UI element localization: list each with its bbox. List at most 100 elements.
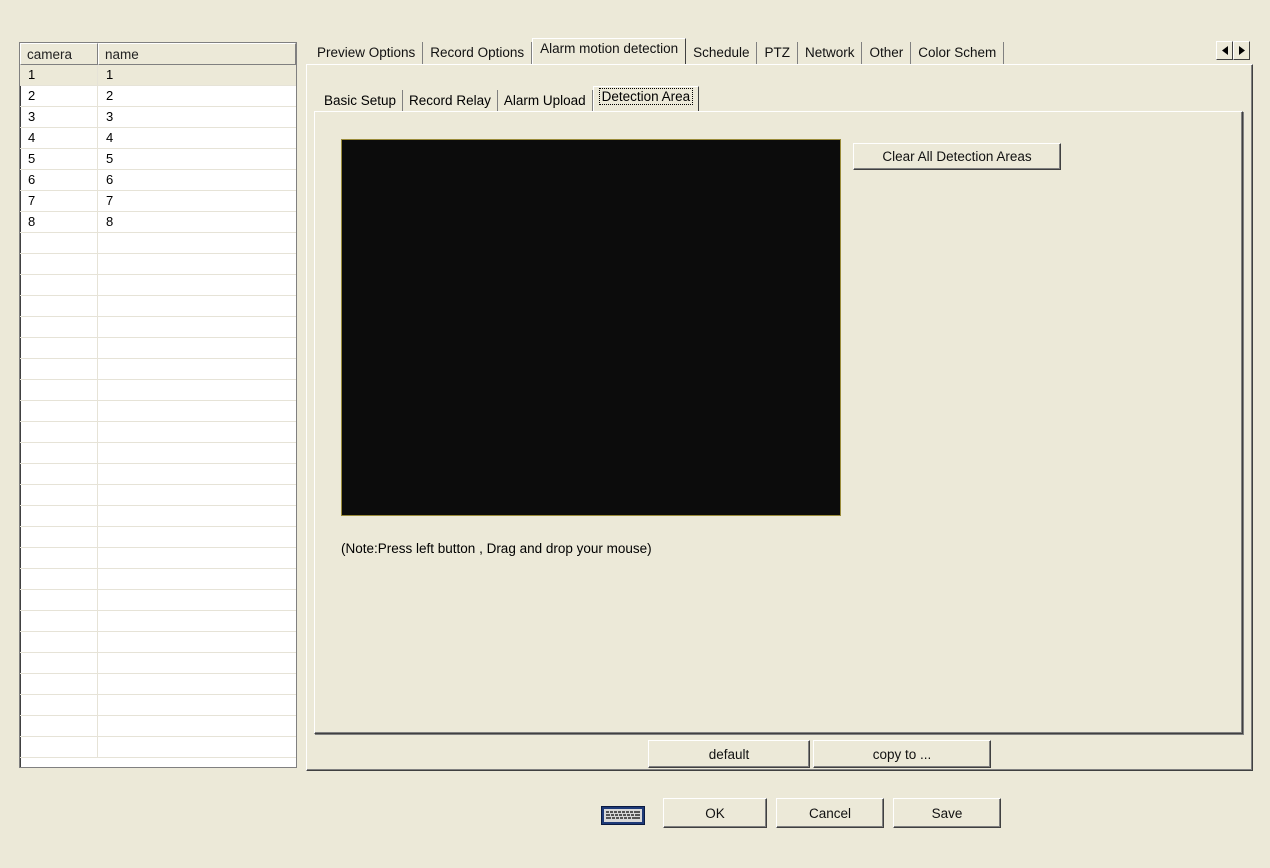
camera-cell <box>20 254 98 274</box>
camera-cell <box>20 590 98 610</box>
camera-cell: 4 <box>20 128 98 148</box>
table-row <box>20 506 296 527</box>
table-row <box>20 716 296 737</box>
name-cell <box>98 611 296 631</box>
table-row[interactable]: 11 <box>20 65 296 86</box>
table-row <box>20 485 296 506</box>
tab-record-options[interactable]: Record Options <box>423 42 533 64</box>
camera-cell <box>20 464 98 484</box>
camera-cell <box>20 275 98 295</box>
tab-scroll-buttons <box>1216 41 1270 60</box>
camera-cell <box>20 611 98 631</box>
table-row <box>20 254 296 275</box>
name-cell <box>98 443 296 463</box>
cancel-button[interactable]: Cancel <box>776 798 884 828</box>
tab-preview-options[interactable]: Preview Options <box>310 42 424 64</box>
camera-cell: 6 <box>20 170 98 190</box>
name-cell: 3 <box>106 109 114 124</box>
table-row <box>20 401 296 422</box>
table-row <box>20 569 296 590</box>
subtab-detection-area[interactable]: Detection Area <box>592 86 700 112</box>
camera-table-header: camera name <box>20 43 296 65</box>
column-header-camera[interactable]: camera <box>20 43 98 65</box>
tab-ptz[interactable]: PTZ <box>757 42 798 64</box>
table-row[interactable]: 55 <box>20 149 296 170</box>
table-row <box>20 674 296 695</box>
camera-cell: 8 <box>20 212 98 232</box>
camera-cell <box>20 716 98 736</box>
subtab-label: Detection Area <box>598 88 694 105</box>
name-cell <box>98 695 296 715</box>
table-row[interactable]: 22 <box>20 86 296 107</box>
camera-cell <box>20 485 98 505</box>
camera-cell <box>20 653 98 673</box>
keyboard-icon[interactable] <box>601 806 645 825</box>
name-cell <box>98 296 296 316</box>
main-tab-bar: Preview Options Record Options Alarm motio… <box>310 38 1256 64</box>
camera-cell <box>20 296 98 316</box>
name-cell <box>98 359 296 379</box>
camera-cell: 3 <box>20 107 98 127</box>
detection-area-canvas[interactable] <box>341 139 841 516</box>
column-header-name[interactable]: name <box>98 43 296 65</box>
tab-network[interactable]: Network <box>798 42 863 64</box>
table-row <box>20 275 296 296</box>
table-row <box>20 359 296 380</box>
camera-cell <box>20 674 98 694</box>
camera-cell <box>20 632 98 652</box>
table-row <box>20 317 296 338</box>
name-cell <box>98 233 296 253</box>
tab-other[interactable]: Other <box>862 42 912 64</box>
copy-to-button[interactable]: copy to ... <box>813 740 991 768</box>
table-row <box>20 590 296 611</box>
save-button[interactable]: Save <box>893 798 1001 828</box>
subtab-record-relay[interactable]: Record Relay <box>403 90 498 112</box>
camera-table-body: 1122334455667788 <box>20 65 296 758</box>
table-row <box>20 548 296 569</box>
name-cell <box>98 401 296 421</box>
camera-cell <box>20 422 98 442</box>
table-row[interactable]: 66 <box>20 170 296 191</box>
table-row[interactable]: 88 <box>20 212 296 233</box>
table-row <box>20 695 296 716</box>
name-cell <box>98 464 296 484</box>
subtab-label: Basic Setup <box>324 93 397 108</box>
name-cell: 4 <box>106 130 114 145</box>
name-cell <box>98 338 296 358</box>
detection-note: (Note:Press left button , Drag and drop … <box>341 541 652 556</box>
table-row <box>20 380 296 401</box>
camera-cell <box>20 506 98 526</box>
tab-color-schem[interactable]: Color Schem <box>911 42 1005 64</box>
name-cell <box>98 422 296 442</box>
name-cell <box>98 506 296 526</box>
subtab-basic-setup[interactable]: Basic Setup <box>318 90 404 112</box>
camera-cell: 2 <box>20 86 98 106</box>
table-row <box>20 338 296 359</box>
subtab-alarm-upload[interactable]: Alarm Upload <box>498 90 593 112</box>
table-row[interactable]: 44 <box>20 128 296 149</box>
camera-cell <box>20 443 98 463</box>
camera-cell: 1 <box>20 65 98 85</box>
camera-cell <box>20 737 98 757</box>
subtab-label: Alarm Upload <box>503 93 586 108</box>
name-cell <box>98 548 296 568</box>
name-cell: 1 <box>106 67 114 82</box>
name-cell <box>98 632 296 652</box>
tab-schedule[interactable]: Schedule <box>686 42 758 64</box>
ok-button[interactable]: OK <box>663 798 767 828</box>
camera-cell <box>20 548 98 568</box>
table-row <box>20 422 296 443</box>
table-row <box>20 737 296 758</box>
camera-table[interactable]: camera name 1122334455667788 <box>19 42 297 768</box>
table-row[interactable]: 77 <box>20 191 296 212</box>
camera-cell <box>20 380 98 400</box>
camera-cell <box>20 338 98 358</box>
clear-all-detection-areas-button[interactable]: Clear All Detection Areas <box>853 143 1061 170</box>
table-row[interactable]: 33 <box>20 107 296 128</box>
name-cell <box>98 485 296 505</box>
tab-alarm-motion-detection[interactable]: Alarm motion detection <box>532 38 687 64</box>
table-row <box>20 611 296 632</box>
arrow-left-icon[interactable] <box>1216 41 1233 60</box>
default-button[interactable]: default <box>648 740 810 768</box>
arrow-right-icon[interactable] <box>1233 41 1250 60</box>
